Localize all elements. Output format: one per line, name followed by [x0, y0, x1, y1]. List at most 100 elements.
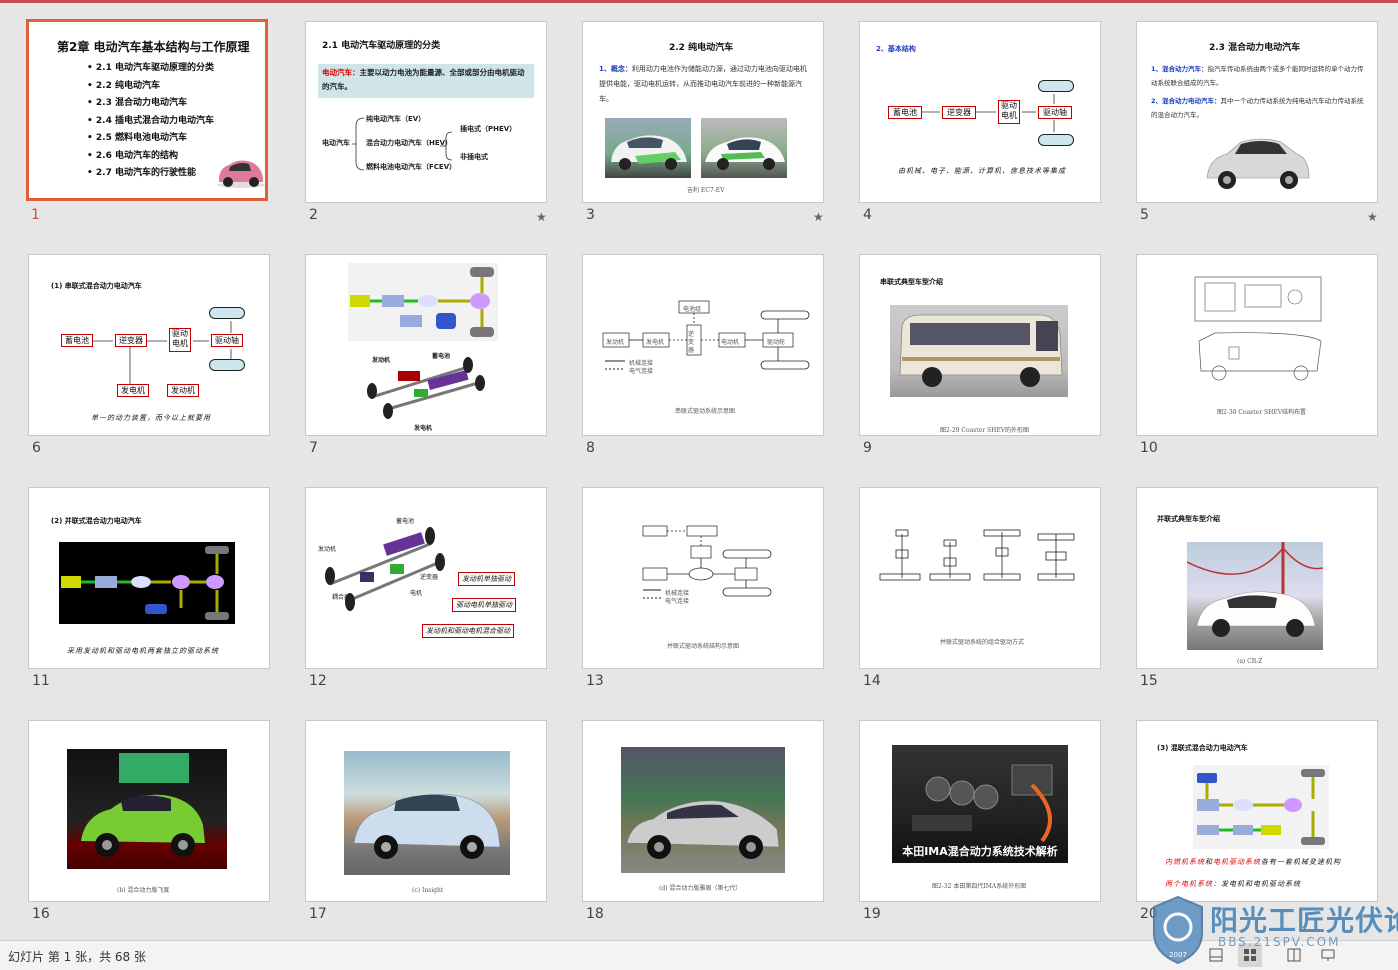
slide-number: 19 — [863, 906, 881, 922]
image-caption: 图2-30 Coaster SHEV结构布置 — [1217, 409, 1307, 416]
watermark-title: 阳光工匠光伏论坛 — [1210, 904, 1398, 937]
animation-star-icon[interactable]: ★ — [1367, 210, 1378, 224]
tree-branch: 纯电动汽车（EV） — [366, 115, 426, 123]
inverter-block: 逆变器 — [115, 334, 147, 347]
battery-block: 蓄电池 — [888, 106, 922, 119]
slide-title: 并联式典型车型介绍 — [1157, 515, 1220, 523]
slide-thumbnail-15[interactable]: 并联式典型车型介绍 (a) CR-Z — [1136, 487, 1378, 669]
slide-number: 10 — [1140, 440, 1158, 456]
slide-number: 5 — [1140, 207, 1149, 223]
diagram-label: 逆变器 — [688, 331, 695, 354]
slide-number: 3 — [586, 207, 595, 223]
slide-number: 12 — [309, 673, 327, 689]
image-caption: (a) CR-Z — [1237, 658, 1263, 665]
slide-thumbnail-10[interactable]: 图2-30 Coaster SHEV结构布置 — [1136, 254, 1378, 436]
slide-thumbnail-11[interactable]: (2) 并联式混合动力电动汽车 采用发动机和驱动电机两套独立的驱动系统 — [28, 487, 270, 669]
inverter-block: 逆变器 — [942, 106, 976, 119]
diagram-label: 电动机 — [721, 339, 740, 346]
slide-thumbnail-12[interactable]: 蓄电池 发动机 电机 逆变器 耦合器 发动机单独驱动 驱动电机单独驱动 发动机和… — [305, 487, 547, 669]
slide-title: (2) 并联式混合动力电动汽车 — [51, 517, 142, 525]
slide-paragraph: 1、混合动力汽车：指汽车传动系统由两个或多个能同时运转的单个动力传动系统联合组成… — [1151, 65, 1364, 87]
drive-combinations-drawing — [879, 529, 1075, 581]
slide-thumbnail-5[interactable]: 2.3 混合动力电动汽车 1、混合动力汽车：指汽车传动系统由两个或多个能同时运转… — [1136, 21, 1378, 203]
mode-box: 驱动电机单独驱动 — [452, 598, 516, 612]
parallel-diagram-image — [59, 542, 235, 624]
component-label: 逆变器 — [420, 574, 439, 581]
slide-title: 2.2 纯电动汽车 — [669, 43, 734, 53]
bullet-item: • 2.3 混合动力电动汽车 — [87, 98, 187, 108]
image-caption: 并联式驱动系统的组合驱动方式 — [940, 639, 1025, 646]
bullet-item: • 2.5 燃料电池电动汽车 — [87, 133, 187, 143]
forum-watermark-logo: 2007 阳光工匠光伏论坛 BBS.21SPV.COM — [1150, 893, 1398, 970]
slide-thumbnail-2[interactable]: 2.1 电动汽车驱动原理的分类 电动汽车：主要以动力电池为能量源、全部或部分由电… — [305, 21, 547, 203]
animation-star-icon[interactable]: ★ — [536, 210, 547, 224]
definition-box: 电动汽车：主要以动力电池为能量源、全部或部分由电机驱动的汽车。 — [318, 64, 534, 98]
slide-thumbnail-13[interactable]: 机械连接 电气连接 并联式驱动系统结构示意图 — [582, 487, 824, 669]
slide-thumbnail-3[interactable]: 2.2 纯电动汽车 1、概念：利用动力电池作为储能动力源，通过动力电池向驱动电机… — [582, 21, 824, 203]
coaster-bus-photo — [890, 305, 1068, 397]
slide-number: 15 — [1140, 673, 1158, 689]
svg-text:2007: 2007 — [1169, 951, 1187, 959]
tree-sub: 非插电式 — [460, 153, 488, 161]
slide-thumbnail-17[interactable]: (c) Insight — [305, 720, 547, 902]
motor-block: 驱动电机 — [169, 328, 191, 352]
bullet-item: • 2.7 电动汽车的行驶性能 — [87, 168, 196, 178]
series-parallel-diagram-image — [1193, 765, 1329, 849]
slide-note: 由机械、电子、能源、计算机、信息技术等集成 — [898, 167, 1066, 175]
slide-number: 2 — [309, 207, 318, 223]
image-caption: 图2-29 Coaster SHEV的外形图 — [940, 427, 1030, 434]
slide-thumbnail-14[interactable]: 并联式驱动系统的组合驱动方式 — [859, 487, 1101, 669]
image-caption: (b) 混合动力版飞度 — [117, 887, 170, 894]
slide-thumbnail-4[interactable]: 2、基本结构 蓄电池 逆变器 驱动电机 驱动轴 由机械、电子、能源、计算机、信息… — [859, 21, 1101, 203]
tree-branch: 混合动力电动汽车（HEV） — [366, 139, 453, 147]
image-banner: 本田IMA混合动力系统技术解析 — [902, 845, 1058, 858]
slide-thumbnail-7[interactable]: 蓄电池 发动机 发电机 — [305, 254, 547, 436]
diagram-label: 电池组 — [683, 306, 702, 313]
image-caption: (d) 混合动力版雅阁（第七代） — [659, 885, 742, 892]
slide-number: 14 — [863, 673, 881, 689]
slide-number: 6 — [32, 440, 41, 456]
image-caption: 图2-32 本田第四代IMA系统外形图 — [932, 883, 1027, 890]
slide-number: 17 — [309, 906, 327, 922]
slide-thumbnail-19[interactable]: 本田IMA混合动力系统技术解析 图2-32 本田第四代IMA系统外形图 — [859, 720, 1101, 902]
component-label: 发动机 — [318, 546, 337, 553]
component-label: 耦合器 — [332, 594, 351, 601]
engine-block: 发动机 — [167, 384, 199, 397]
animation-star-icon[interactable]: ★ — [813, 210, 824, 224]
watermark-url: BBS.21SPV.COM — [1218, 935, 1341, 949]
slide-bullets: • 2.1 电动汽车驱动原理的分类 • 2.2 纯电动汽车 • 2.3 混合动力… — [87, 60, 214, 183]
slide-thumbnail-16[interactable]: (b) 混合动力版飞度 — [28, 720, 270, 902]
tree-root: 电动汽车 — [322, 139, 350, 147]
suv-photo — [1201, 128, 1313, 196]
slide-sorter-panel: 第2章 电动汽车基本结构与工作原理 • 2.1 电动汽车驱动原理的分类 • 2.… — [0, 3, 1398, 940]
mode-box: 发动机单独驱动 — [458, 572, 515, 586]
slide-thumbnail-8[interactable]: 电池组 发动机 发电机 逆变器 电动机 驱动轮 机械连接 电气连接 串联式驱动系… — [582, 254, 824, 436]
bullet-item: • 2.6 电动汽车的结构 — [87, 150, 178, 161]
image-caption: 并联式驱动系统结构示意图 — [667, 643, 740, 650]
ima-engine-photo: 本田IMA混合动力系统技术解析 — [892, 745, 1068, 863]
tree-sub: 插电式（PHEV） — [460, 125, 517, 133]
slide-paragraph: 2、混合动力电动汽车：其中一个动力传动系统为纯电动汽车动力传动系统的混合动力汽车… — [1151, 97, 1364, 119]
motor-block: 驱动电机 — [998, 100, 1020, 124]
diagram-label: 发电机 — [646, 339, 665, 346]
slide-number: 7 — [309, 440, 318, 456]
slide-thumbnail-20[interactable]: (3) 混联式混合动力电动汽车 内燃机系统和电机驱动系统各有一套机械变速机构 两… — [1136, 720, 1378, 902]
slide-note: 单一的动力装置，而今以上就要用 — [91, 414, 211, 422]
diagram-label: 发动机 — [606, 339, 625, 346]
slide-note: 采用发动机和驱动电机两套独立的驱动系统 — [67, 647, 219, 655]
slide-number: 11 — [32, 673, 50, 689]
slide-thumbnail-1[interactable]: 第2章 电动汽车基本结构与工作原理 • 2.1 电动汽车驱动原理的分类 • 2.… — [26, 19, 268, 201]
bus-layout-drawing — [1194, 276, 1322, 381]
image-caption: 吉利 EC7-EV — [687, 187, 725, 194]
slide-thumbnail-6[interactable]: (1) 串联式混合动力电动汽车 蓄电池 逆变器 驱动电机 驱动轴 发电机 发动机… — [28, 254, 270, 436]
slide-thumbnail-9[interactable]: 串联式典型车型介绍 图2-29 Coaster SHEV的外形图 — [859, 254, 1101, 436]
car-photo-right — [701, 118, 787, 178]
component-label: 发电机 — [414, 425, 433, 432]
car-photo-left — [605, 118, 691, 178]
bullet-item: • 2.2 纯电动汽车 — [87, 80, 160, 91]
slide-title: (3) 混联式混合动力电动汽车 — [1157, 744, 1248, 752]
wheel-bottom — [1038, 134, 1074, 146]
insight-photo — [344, 751, 510, 875]
slide-thumbnail-18[interactable]: (d) 混合动力版雅阁（第七代） — [582, 720, 824, 902]
bullet-item: • 2.1 电动汽车驱动原理的分类 — [87, 63, 214, 73]
